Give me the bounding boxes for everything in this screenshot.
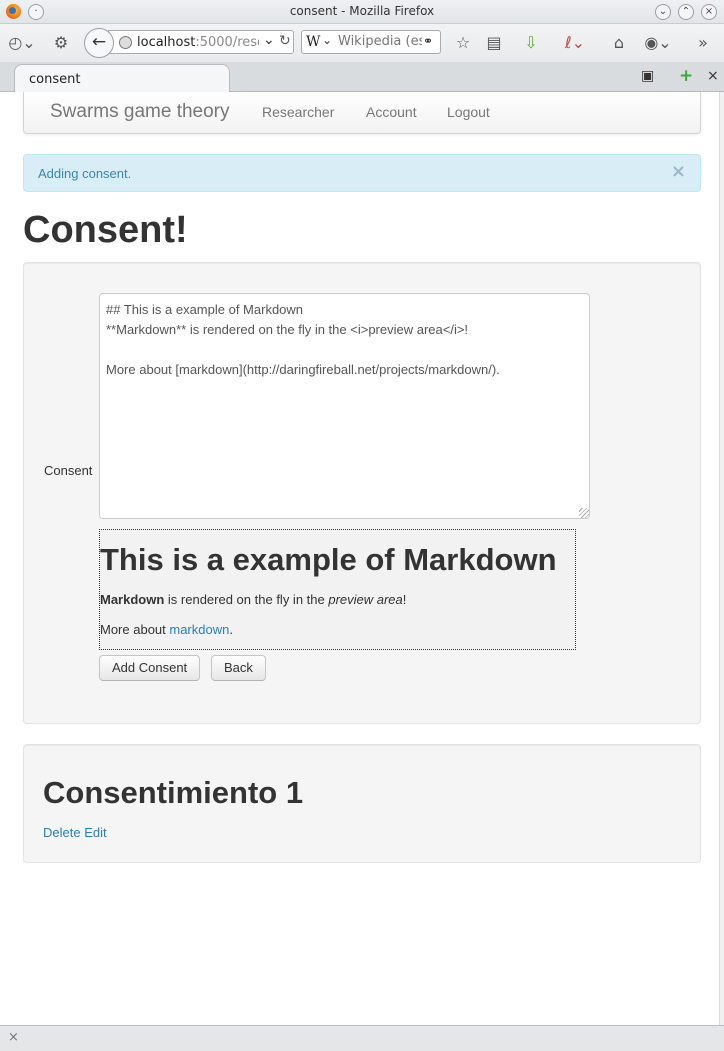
wikipedia-icon[interactable]: W xyxy=(306,34,320,50)
nav-researcher[interactable]: Researcher xyxy=(262,104,334,120)
maximize-icon[interactable]: ⌃ xyxy=(678,4,694,20)
download-icon[interactable]: ⇩ xyxy=(520,32,542,54)
page-title: Consent! xyxy=(23,209,188,251)
delete-link[interactable]: Delete xyxy=(43,825,81,840)
globe-icon xyxy=(119,36,132,49)
page-scrollbar[interactable] xyxy=(719,92,724,1025)
markdown-preview: This is a example of Markdown Markdown i… xyxy=(99,529,576,650)
reload-icon[interactable]: ↻ xyxy=(279,33,291,49)
consent-list-item: Consentimiento 1 Delete Edit xyxy=(23,744,701,863)
add-consent-button[interactable]: Add Consent xyxy=(99,655,201,681)
window-title: consent - Mozilla Firefox xyxy=(289,4,435,18)
preview-heading: This is a example of Markdown xyxy=(100,542,557,577)
app-navbar: Swarms game theory Researcher Account Lo… xyxy=(23,92,701,134)
overflow-icon[interactable]: » xyxy=(692,32,714,54)
new-tab-icon[interactable]: + xyxy=(679,68,693,85)
tab-groups-icon[interactable]: ▣ xyxy=(641,68,654,84)
signal-icon[interactable]: ℓ⌄ xyxy=(558,32,592,54)
status-bar: × xyxy=(0,1025,724,1051)
url-text[interactable]: localhost:5000/rese xyxy=(137,35,259,50)
search-input[interactable] xyxy=(338,34,422,49)
window-titlebar: · consent - Mozilla Firefox ⌄ ⌃ × xyxy=(0,0,724,24)
status-close-icon[interactable]: × xyxy=(8,1030,19,1045)
search-engine-dropdown-icon[interactable]: ⌄ xyxy=(322,33,332,47)
brand-link[interactable]: Swarms game theory xyxy=(50,101,230,123)
preview-paragraph-1: Markdown is rendered on the fly in the p… xyxy=(100,592,407,607)
history-icon[interactable]: ◴⌄ xyxy=(8,32,36,54)
tab-label: consent xyxy=(29,72,81,87)
consent-form: Consent ## This is a example of Markdown… xyxy=(23,262,701,724)
alert-text: Adding consent. xyxy=(38,166,132,181)
reading-list-icon[interactable]: ▤ xyxy=(483,32,505,54)
info-alert: Adding consent. × xyxy=(23,154,701,192)
sync-icon[interactable]: ◉⌄ xyxy=(640,32,676,54)
back-button[interactable]: Back xyxy=(211,655,266,681)
nav-logout[interactable]: Logout xyxy=(447,104,490,120)
markdown-link[interactable]: markdown xyxy=(169,622,229,637)
tab-strip: consent ▣ + × xyxy=(0,62,724,93)
edit-link[interactable]: Edit xyxy=(84,825,106,840)
url-bar[interactable]: localhost:5000/rese ⌄ ↻ xyxy=(108,30,294,54)
tab-consent[interactable]: consent xyxy=(14,64,230,93)
page-viewport: Swarms game theory Researcher Account Lo… xyxy=(2,92,721,1025)
addon-icon[interactable]: ⚙ xyxy=(50,32,72,54)
back-button-icon[interactable]: ← xyxy=(84,28,114,58)
close-window-icon[interactable]: × xyxy=(701,4,717,20)
consent-label: Consent xyxy=(44,463,93,478)
nav-account[interactable]: Account xyxy=(366,104,417,120)
consent-item-title: Consentimiento 1 xyxy=(43,775,304,810)
alert-close-icon[interactable]: × xyxy=(671,161,686,182)
home-icon[interactable]: ⌂ xyxy=(608,32,630,54)
resize-grip-icon[interactable] xyxy=(579,508,589,518)
search-bar[interactable]: W ⌄ ⚭ xyxy=(301,30,441,54)
preview-paragraph-2: More about markdown. xyxy=(100,622,233,637)
close-tab-icon[interactable]: × xyxy=(707,68,719,84)
binoculars-icon[interactable]: ⚭ xyxy=(423,34,433,48)
minimize-icon[interactable]: ⌄ xyxy=(655,4,671,20)
consent-item-actions: Delete Edit xyxy=(43,825,107,840)
bookmark-star-icon[interactable]: ☆ xyxy=(452,32,474,54)
url-dropdown-icon[interactable]: ⌄ xyxy=(263,32,275,48)
consent-textarea[interactable]: ## This is a example of Markdown **Markd… xyxy=(99,293,590,519)
